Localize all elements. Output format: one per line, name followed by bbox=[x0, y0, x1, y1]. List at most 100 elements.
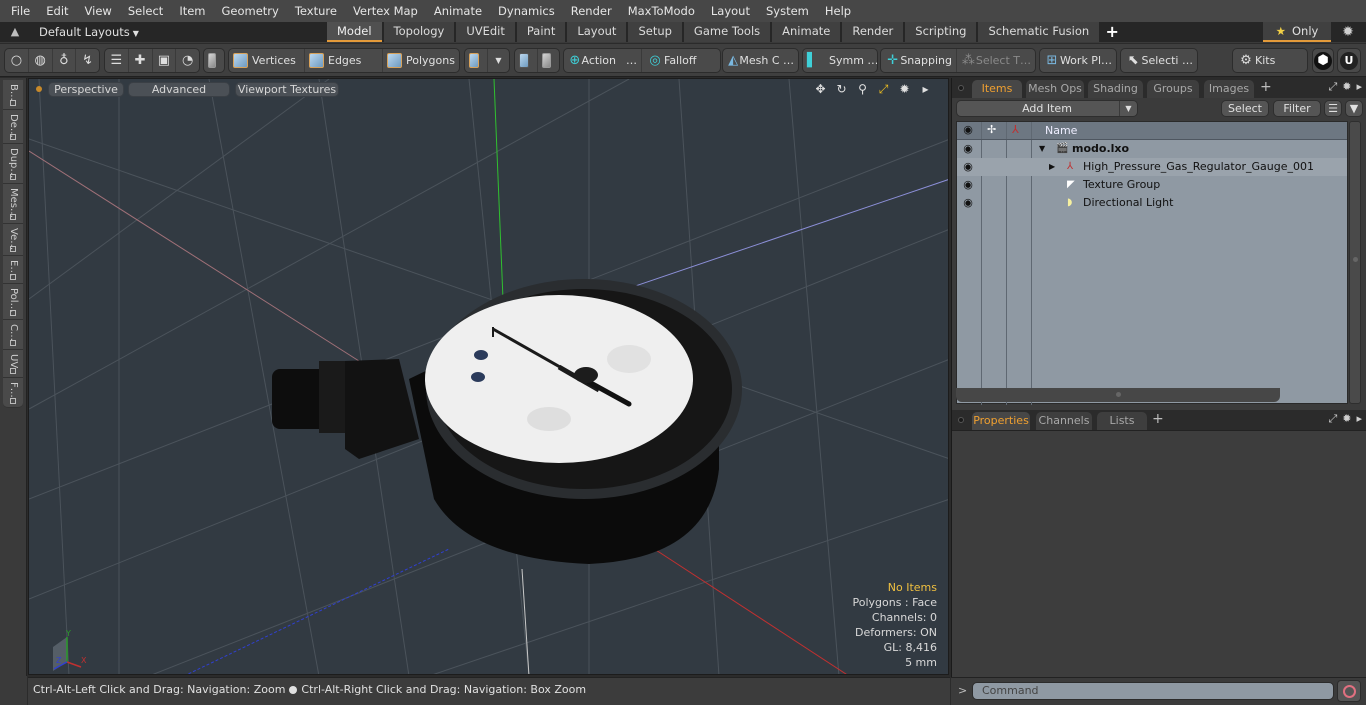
kits-button[interactable]: ⚙ Kits bbox=[1233, 49, 1279, 72]
lasso-button[interactable]: ↯ bbox=[76, 49, 99, 72]
tab-groups[interactable]: Groups bbox=[1147, 80, 1199, 98]
expand-icon[interactable]: ⤢ bbox=[1328, 412, 1337, 426]
left-tab-uv[interactable]: UV bbox=[3, 350, 23, 378]
tab-paint[interactable]: Paint bbox=[516, 22, 566, 42]
lock-column-icon[interactable]: ✢ bbox=[987, 123, 996, 136]
tab-setup[interactable]: Setup bbox=[628, 22, 682, 42]
tab-schematic-fusion[interactable]: Schematic Fusion bbox=[978, 22, 1100, 42]
tab-game-tools[interactable]: Game Tools bbox=[683, 22, 771, 42]
add-tab-plus-icon[interactable]: + bbox=[1260, 79, 1272, 95]
menu-item[interactable]: Item bbox=[171, 0, 213, 22]
expand-triangle-icon[interactable]: ▼ bbox=[1039, 140, 1045, 158]
menu-layout[interactable]: Layout bbox=[703, 0, 758, 22]
symmetry-button[interactable]: ▌ Symm … bbox=[803, 49, 877, 72]
item-row-mesh[interactable]: ◉ ▶ ⅄ High_Pressure_Gas_Regulator_Gauge_… bbox=[957, 158, 1347, 176]
select-through-button[interactable]: ⁂ Select T… bbox=[957, 49, 1035, 72]
add-tab-plus-icon[interactable]: + bbox=[1101, 22, 1123, 43]
viewport-menu-dot[interactable] bbox=[36, 86, 42, 92]
unreal-button[interactable]: U bbox=[1337, 48, 1361, 73]
panel-gear-icon[interactable]: ✹ bbox=[1342, 412, 1351, 426]
tab-render[interactable]: Render bbox=[842, 22, 904, 42]
tab-images[interactable]: Images bbox=[1204, 80, 1254, 98]
tab-model[interactable]: Model bbox=[327, 22, 382, 42]
left-tab-mesh-edit[interactable]: Mes… bbox=[3, 184, 23, 224]
name-column-header[interactable]: Name bbox=[1045, 124, 1077, 137]
items-mode-button[interactable] bbox=[204, 49, 224, 72]
menu-texture[interactable]: Texture bbox=[287, 0, 345, 22]
left-tab-deform[interactable]: De… bbox=[3, 110, 23, 144]
select-button[interactable]: Select bbox=[1221, 100, 1269, 117]
zoom-icon[interactable]: ⚲ bbox=[854, 82, 871, 97]
panel-gear-icon[interactable]: ✹ bbox=[1342, 80, 1351, 94]
tab-items[interactable]: Items bbox=[972, 80, 1022, 98]
pen-button[interactable]: ♁ bbox=[53, 49, 77, 72]
menu-edit[interactable]: Edit bbox=[38, 0, 76, 22]
left-tab-basic[interactable]: B… bbox=[3, 80, 23, 110]
dial-button[interactable]: ◔ bbox=[176, 49, 199, 72]
add-tab-plus-icon[interactable]: + bbox=[1152, 411, 1164, 427]
edges-button[interactable]: Edges bbox=[305, 49, 383, 72]
left-tab-vertex[interactable]: Ve… bbox=[3, 224, 23, 256]
polygons-button[interactable]: Polygons bbox=[383, 49, 459, 72]
visibility-eye-icon[interactable]: ◉ bbox=[961, 194, 975, 212]
rotate-icon[interactable]: ↻ bbox=[833, 82, 850, 97]
menu-render[interactable]: Render bbox=[563, 0, 620, 22]
shading-advanced-button[interactable]: Advanced bbox=[128, 82, 230, 97]
viewport-textures-button[interactable]: Viewport Textures bbox=[235, 82, 339, 97]
maximize-icon[interactable]: ⤢ bbox=[875, 82, 892, 97]
add-item-button[interactable]: Add Item ▼ bbox=[956, 100, 1138, 117]
items-list[interactable]: ◉ ✢ ⅄ Name ◉ ▼ 🎬 modo.lxo ◉ ▶ ⅄ High_Pre… bbox=[956, 121, 1348, 405]
align-button[interactable]: ☰ bbox=[105, 49, 129, 72]
filter-button[interactable]: Filter bbox=[1273, 100, 1321, 117]
menu-dynamics[interactable]: Dynamics bbox=[490, 0, 563, 22]
collapse-up-icon[interactable]: ▲ bbox=[8, 25, 22, 39]
center-button[interactable] bbox=[538, 49, 560, 72]
menu-animate[interactable]: Animate bbox=[426, 0, 490, 22]
tab-animate[interactable]: Animate bbox=[772, 22, 841, 42]
command-input[interactable]: Command bbox=[972, 682, 1334, 700]
only-button[interactable]: ★ Only bbox=[1263, 22, 1331, 42]
visibility-column-eye-icon[interactable]: ◉ bbox=[961, 123, 975, 136]
list-options-icon[interactable]: ☰ bbox=[1324, 100, 1342, 117]
menu-help[interactable]: Help bbox=[817, 0, 859, 22]
tab-mesh-ops[interactable]: Mesh Ops bbox=[1026, 80, 1084, 98]
snapping-button[interactable]: ✛ Snapping bbox=[881, 49, 957, 72]
tab-channels[interactable]: Channels bbox=[1036, 412, 1092, 430]
tab-lists[interactable]: Lists bbox=[1097, 412, 1147, 430]
item-row-directional-light[interactable]: ◉ ◗ Directional Light bbox=[957, 194, 1347, 212]
panel-menu-dot[interactable] bbox=[958, 85, 964, 91]
add-item-dropdown-icon[interactable]: ▼ bbox=[1119, 101, 1137, 116]
tab-scripting[interactable]: Scripting bbox=[905, 22, 977, 42]
left-tab-curve[interactable]: C… bbox=[3, 320, 23, 350]
expand-icon[interactable]: ⤢ bbox=[1328, 80, 1337, 94]
uv-unwrap-button[interactable]: ✚ bbox=[129, 49, 153, 72]
perspective-button[interactable]: Perspective bbox=[48, 82, 124, 97]
panel-arrow-icon[interactable]: ▸ bbox=[1356, 412, 1362, 426]
visibility-eye-icon[interactable]: ◉ bbox=[961, 158, 975, 176]
work-plane-button[interactable]: ⊞ Work Pl… bbox=[1040, 49, 1116, 72]
material-mode-dropdown[interactable]: ▼ bbox=[488, 49, 509, 72]
menu-vertex-map[interactable]: Vertex Map bbox=[345, 0, 426, 22]
tab-uvedit[interactable]: UVEdit bbox=[456, 22, 515, 42]
viewport-expand-arrow-icon[interactable]: ▸ bbox=[917, 82, 934, 97]
left-tab-edge[interactable]: E… bbox=[3, 256, 23, 284]
modo-cube-button[interactable]: ⬢ bbox=[1312, 48, 1334, 73]
material-mode-button[interactable] bbox=[465, 49, 488, 72]
tab-properties[interactable]: Properties bbox=[972, 412, 1030, 430]
selection-sets-button[interactable]: ⬉ Selecti … bbox=[1121, 49, 1197, 72]
visibility-eye-icon[interactable]: ◉ bbox=[961, 140, 975, 158]
circle-select-button[interactable]: ○ bbox=[5, 49, 29, 72]
menu-geometry[interactable]: Geometry bbox=[214, 0, 287, 22]
default-layouts-dropdown[interactable]: Default Layouts ▼ bbox=[39, 22, 139, 44]
menu-select[interactable]: Select bbox=[120, 0, 171, 22]
tab-topology[interactable]: Topology bbox=[383, 22, 455, 42]
panel-arrow-icon[interactable]: ▸ bbox=[1356, 80, 1362, 94]
tab-shading[interactable]: Shading bbox=[1088, 80, 1143, 98]
menu-file[interactable]: File bbox=[0, 0, 38, 22]
items-vertical-scrollbar[interactable] bbox=[1349, 121, 1361, 404]
pan-icon[interactable]: ✥ bbox=[812, 82, 829, 97]
tab-layout[interactable]: Layout bbox=[567, 22, 627, 42]
locator-column-icon[interactable]: ⅄ bbox=[1012, 123, 1019, 136]
funnel-filter-icon[interactable]: ▼ bbox=[1345, 100, 1363, 117]
falloff-button[interactable]: ◎ Falloff bbox=[642, 49, 720, 72]
